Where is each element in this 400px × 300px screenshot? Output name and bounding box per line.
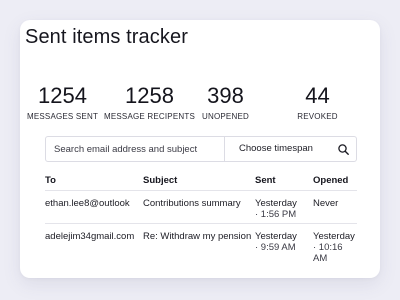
opened-day: Never (313, 197, 339, 209)
timespan-dropdown[interactable]: Choose timespan (225, 137, 333, 161)
stat-label: MESSAGES SENT (26, 112, 99, 121)
cell-opened: Yesterday · 10:16 AM (313, 223, 357, 264)
opened-day: Yesterday (313, 230, 355, 242)
column-header-opened[interactable]: Opened (313, 171, 357, 191)
stat-value: 1258 (125, 83, 174, 108)
opened-time: · 10:16 AM (313, 241, 343, 264)
column-header-sent[interactable]: Sent (255, 171, 313, 191)
cell-subject: Re: Withdraw my pension (143, 230, 252, 242)
stat-label: UNOPENED (202, 112, 249, 121)
table-row[interactable]: adelejim34gmail.com Re: Withdraw my pens… (45, 223, 357, 264)
cell-to: ethan.lee8@outlook (45, 190, 143, 224)
table-header-row: To Subject Sent Opened (45, 171, 357, 191)
stat-revoked: 44 REVOKED (290, 83, 345, 122)
stat-label: REVOKED (297, 112, 338, 121)
cell-subject: Contributions summary (143, 190, 255, 224)
cell-to: adelejim34gmail.com (45, 230, 135, 242)
stat-value: 1254 (38, 83, 87, 108)
search-bar: Choose timespan (45, 136, 357, 162)
column-header-subject[interactable]: Subject (143, 171, 255, 191)
table-row[interactable]: ethan.lee8@outlook Contributions summary… (45, 190, 357, 224)
stat-message-recipients: 1258 MESSAGE RECIPENTS (102, 83, 197, 122)
stat-value: 398 (207, 83, 244, 108)
stats-row: 1254 MESSAGES SENT 1258 MESSAGE RECIPENT… (20, 84, 340, 124)
cell-opened: Never (313, 190, 357, 224)
stat-label: MESSAGE RECIPENTS (104, 112, 195, 121)
stat-value: 44 (305, 83, 330, 108)
cell-sent: Yesterday · 9:59 AM (255, 223, 313, 264)
sent-day: Yesterday (255, 230, 297, 242)
search-input[interactable] (46, 137, 224, 161)
sent-items-table: To Subject Sent Opened ethan.lee8@outloo… (45, 171, 357, 264)
stat-unopened: 398 UNOPENED (198, 83, 253, 122)
sent-time: · 9:59 AM (255, 241, 296, 253)
sent-time: · 1:56 PM (255, 208, 297, 220)
search-icon (337, 143, 349, 155)
cell-sent: Yesterday · 1:56 PM (255, 190, 313, 224)
search-button[interactable] (330, 137, 356, 161)
stat-messages-sent: 1254 MESSAGES SENT (20, 83, 105, 122)
page-title: Sent items tracker (25, 26, 188, 48)
sent-day: Yesterday (255, 197, 297, 209)
column-header-to[interactable]: To (45, 171, 143, 191)
